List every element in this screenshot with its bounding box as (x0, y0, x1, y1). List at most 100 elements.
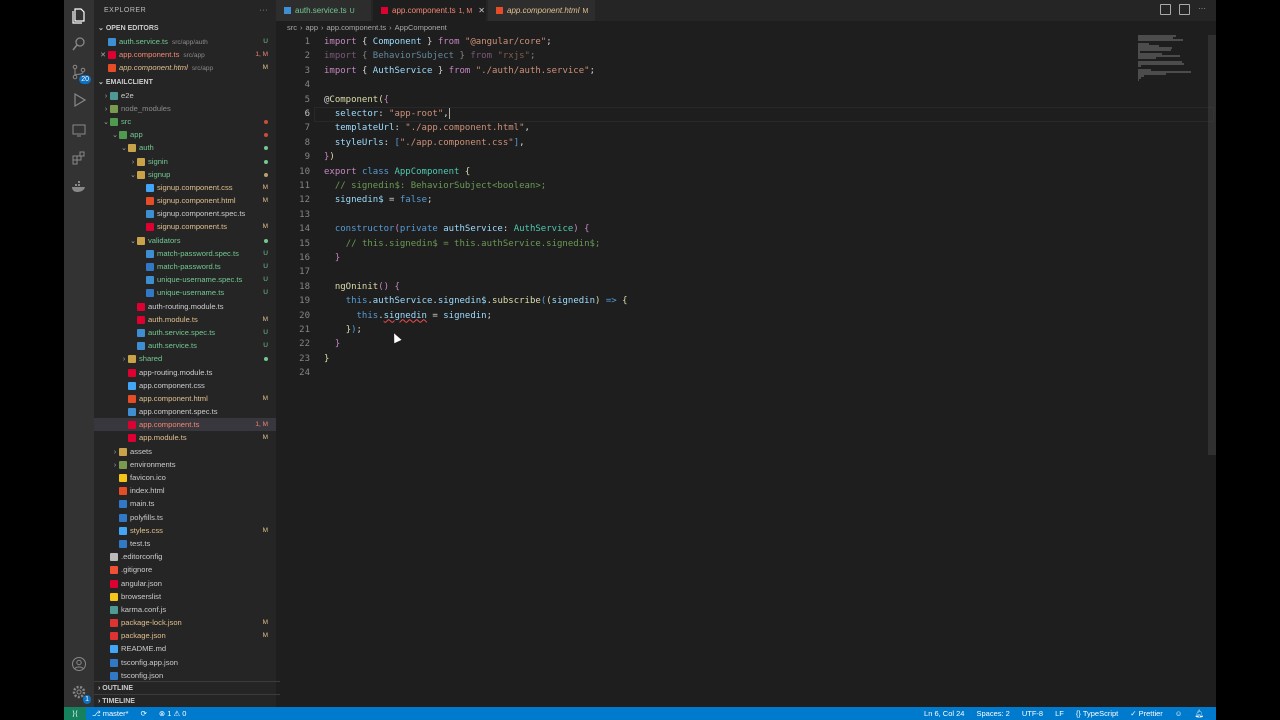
folder-item[interactable]: › signin (94, 155, 276, 168)
file-item[interactable]: test.ts (94, 537, 276, 550)
folder-item[interactable]: › environments (94, 458, 276, 471)
code-line[interactable]: 15 // this.signedin$ = this.authService.… (276, 237, 1216, 251)
file-item[interactable]: browserslist (94, 590, 276, 603)
file-item[interactable]: signup.component.html M (94, 194, 276, 207)
breadcrumb-item[interactable]: src (287, 23, 297, 32)
split-editor-icon[interactable] (1179, 4, 1190, 15)
code-line[interactable]: 17 (276, 265, 1216, 279)
file-item[interactable]: .gitignore (94, 563, 276, 576)
explorer-icon[interactable] (69, 6, 89, 26)
file-item[interactable]: signup.component.css M (94, 181, 276, 194)
file-item[interactable]: unique-username.ts U (94, 286, 276, 299)
file-item[interactable]: polyfills.ts (94, 511, 276, 524)
code-line[interactable]: 6 selector: "app-root", (276, 107, 1216, 122)
folder-item[interactable]: › shared (94, 352, 276, 365)
open-editor-item[interactable]: app.component.html src/app M (94, 61, 276, 74)
file-item[interactable]: app.component.css (94, 379, 276, 392)
file-item[interactable]: app.component.spec.ts (94, 405, 276, 418)
code-line[interactable]: 22 } (276, 337, 1216, 351)
file-item[interactable]: styles.css M (94, 524, 276, 537)
code-line[interactable]: 12 signedin$ = false; (276, 193, 1216, 207)
code-editor[interactable]: 1 import { Component } from "@angular/cor… (276, 35, 1216, 707)
feedback-icon[interactable]: ☺ (1169, 707, 1189, 720)
editor-tab[interactable]: app.component.html M (488, 0, 596, 21)
file-item[interactable]: README.md (94, 642, 276, 655)
tab-close-icon[interactable]: ✕ (478, 6, 485, 15)
code-line[interactable]: 3 import { AuthService } from "./auth/aut… (276, 64, 1216, 78)
breadcrumb-item[interactable]: AppComponent (395, 23, 447, 32)
code-line[interactable]: 21 }); (276, 323, 1216, 337)
file-item[interactable]: signup.component.ts M (94, 220, 276, 233)
editor-tab[interactable]: app.component.ts 1, M ✕ (373, 0, 487, 21)
file-item[interactable]: match-password.ts U (94, 260, 276, 273)
file-item[interactable]: tsconfig.app.json (94, 656, 276, 669)
file-item[interactable]: package.json M (94, 629, 276, 642)
breadcrumb-item[interactable]: app.component.ts (327, 23, 387, 32)
docker-icon[interactable] (69, 176, 89, 196)
remote-indicator-icon[interactable]: ⟩⟨ (64, 707, 86, 720)
prettier-status[interactable]: ✓ Prettier (1124, 707, 1169, 720)
breadcrumb-item[interactable]: app (306, 23, 319, 32)
cursor-position[interactable]: Ln 6, Col 24 (918, 707, 970, 720)
open-changes-icon[interactable] (1160, 4, 1171, 15)
file-item[interactable]: unique-username.spec.ts U (94, 273, 276, 286)
code-line[interactable]: 8 styleUrls: ["./app.component.css"], (276, 136, 1216, 150)
folder-item[interactable]: ⌄ auth (94, 141, 276, 154)
open-editor-item[interactable]: ✕ app.component.ts src/app 1, M (94, 48, 276, 61)
folder-item[interactable]: ⌄ signup (94, 168, 276, 181)
remote-explorer-icon[interactable] (69, 120, 89, 140)
folder-item[interactable]: ⌄ src (94, 115, 276, 128)
file-item[interactable]: favicon.ico (94, 471, 276, 484)
code-line[interactable]: 9}) (276, 150, 1216, 164)
folder-item[interactable]: ⌄ app (94, 128, 276, 141)
project-header[interactable]: ⌄ EMAILCLIENT (94, 76, 276, 89)
file-item[interactable]: auth-routing.module.ts (94, 300, 276, 313)
account-icon[interactable] (69, 654, 89, 674)
code-line[interactable]: 20 this.signedin = signedin; (276, 309, 1216, 323)
code-line[interactable]: 18 ngOninit() { (276, 280, 1216, 294)
folder-item[interactable]: › e2e (94, 89, 276, 102)
more-actions-icon[interactable]: ··· (1198, 4, 1206, 15)
folder-item[interactable]: ⌄ validators (94, 234, 276, 247)
settings-gear-icon[interactable]: 1 (69, 682, 91, 704)
code-line[interactable]: 5 @Component({ (276, 93, 1216, 107)
file-item[interactable]: auth.module.ts M (94, 313, 276, 326)
code-line[interactable]: 10 export class AppComponent { (276, 165, 1216, 179)
editor-tab[interactable]: auth.service.ts U (276, 0, 372, 21)
source-control-icon[interactable]: 20 (69, 62, 91, 84)
folder-item[interactable]: › node_modules (94, 102, 276, 115)
end-of-line[interactable]: LF (1049, 707, 1070, 720)
file-item[interactable]: app.component.ts 1, M (94, 418, 276, 432)
folder-item[interactable]: › assets (94, 445, 276, 458)
code-line[interactable]: 1 import { Component } from "@angular/cor… (276, 35, 1216, 49)
outline-header[interactable]: › OUTLINE (94, 681, 280, 695)
language-mode[interactable]: {} TypeScript (1070, 707, 1124, 720)
file-item[interactable]: app.component.html M (94, 392, 276, 405)
code-line[interactable]: 19 this.authService.signedin$.subscribe(… (276, 294, 1216, 308)
file-item[interactable]: index.html (94, 484, 276, 497)
problems-indicator[interactable]: ⊗ 1 ⚠ 0 (153, 707, 193, 720)
open-editor-item[interactable]: auth.service.ts src/app/auth U (94, 35, 276, 48)
code-line[interactable]: 24 (276, 366, 1216, 380)
encoding[interactable]: UTF-8 (1016, 707, 1049, 720)
code-line[interactable]: 23} (276, 352, 1216, 366)
branch-indicator[interactable]: ⎇ master* (86, 707, 135, 720)
code-line[interactable]: 14 constructor(private authService: Auth… (276, 222, 1216, 236)
file-item[interactable]: app-routing.module.ts (94, 366, 276, 379)
file-item[interactable]: angular.json (94, 577, 276, 590)
code-line[interactable]: 4 (276, 78, 1216, 92)
file-item[interactable]: package-lock.json M (94, 616, 276, 629)
file-item[interactable]: app.module.ts M (94, 431, 276, 444)
file-item[interactable]: karma.conf.js (94, 603, 276, 616)
code-line[interactable]: 7 templateUrl: "./app.component.html", (276, 121, 1216, 135)
run-debug-icon[interactable] (69, 90, 89, 110)
search-icon[interactable] (69, 34, 89, 54)
vertical-scrollbar[interactable] (1208, 35, 1216, 455)
open-editors-header[interactable]: ⌄ OPEN EDITORS (94, 22, 276, 35)
code-line[interactable]: 2 import { BehaviorSubject } from "rxjs"; (276, 49, 1216, 63)
notifications-bell-icon[interactable]: 🔔︎ (1188, 707, 1210, 720)
indentation[interactable]: Spaces: 2 (970, 707, 1015, 720)
file-item[interactable]: main.ts (94, 497, 276, 510)
code-line[interactable]: 16 } (276, 251, 1216, 265)
file-item[interactable]: match-password.spec.ts U (94, 247, 276, 260)
